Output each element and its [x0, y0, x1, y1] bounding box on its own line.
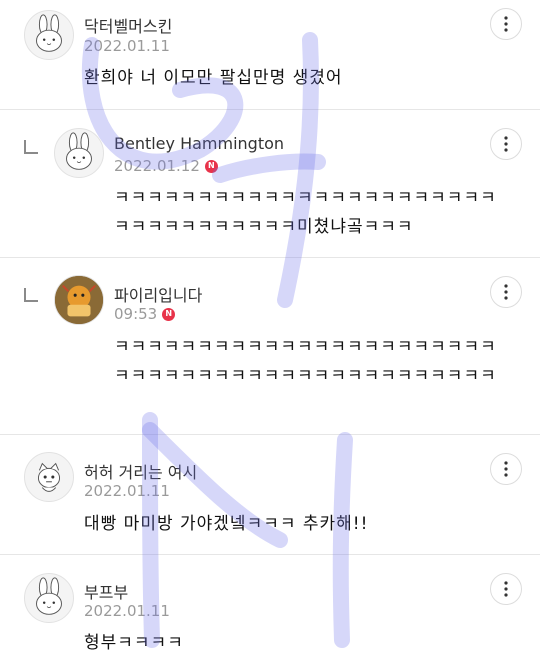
comment-text: ㅋㅋㅋㅋㅋㅋㅋㅋㅋㅋㅋㅋㅋㅋㅋㅋㅋㅋㅋㅋㅋㅋㅋㅋㅋㅋㅋㅋㅋㅋㅋㅋㅋㅋㅋㅋㅋㅋㅋㅋ…	[114, 337, 497, 386]
comment-text: 대빵 마미방 가야겠넼ㅋㅋㅋ 추카해!!	[84, 514, 369, 534]
comment-author[interactable]: 부프부	[84, 579, 128, 603]
more-options-button[interactable]	[490, 8, 522, 40]
more-vertical-icon	[504, 461, 508, 477]
more-vertical-icon	[504, 136, 508, 152]
avatar[interactable]	[24, 452, 74, 502]
avatar[interactable]	[54, 128, 104, 178]
date-text: 2022.01.11	[84, 602, 170, 620]
more-options-button[interactable]	[490, 276, 522, 308]
more-vertical-icon	[504, 284, 508, 300]
comment-date: 2022.01.11	[84, 37, 170, 55]
date-text: 09:53	[114, 305, 158, 323]
more-vertical-icon	[504, 16, 508, 32]
fox-avatar-icon	[37, 462, 61, 492]
comment-text: ㅋㅋㅋㅋㅋㅋㅋㅋㅋㅋㅋㅋㅋㅋㅋㅋㅋㅋㅋㅋㅋㅋㅋㅋㅋㅋㅋㅋㅋㅋㅋㅋㅋㅋ미쳤냐곸ㅋㅋ…	[114, 188, 497, 237]
more-vertical-icon	[504, 581, 508, 597]
new-badge: N	[204, 159, 218, 173]
comment-author[interactable]: Bentley Hammington	[114, 134, 284, 153]
comment-item: 부프부 2022.01.11 형부ㅋㅋㅋㅋ	[0, 555, 540, 663]
comment-text: 형부ㅋㅋㅋㅋ	[84, 633, 184, 653]
comment-item: 닥터벨머스킨 2022.01.11 환희야 너 이모만 팔십만명 생겼어	[0, 0, 540, 110]
comment-author[interactable]: 허허 거리는 여시	[84, 459, 197, 483]
reply-item: Bentley Hammington 2022.01.12 N ㅋㅋㅋㅋㅋㅋㅋㅋ…	[0, 110, 540, 258]
character-photo-icon	[55, 276, 103, 324]
date-text: 2022.01.11	[84, 482, 170, 500]
more-options-button[interactable]	[490, 573, 522, 605]
more-options-button[interactable]	[490, 128, 522, 160]
comment-date: 2022.01.11	[84, 482, 170, 500]
comment-item: 허허 거리는 여시 2022.01.11 대빵 마미방 가야겠넼ㅋㅋㅋ 추카해!…	[0, 435, 540, 555]
bunny-avatar-icon	[36, 14, 62, 52]
comment-date: 09:53 N	[114, 305, 176, 323]
comment-date: 2022.01.12 N	[114, 157, 218, 175]
bunny-avatar-icon	[66, 132, 92, 170]
reply-arrow-icon	[24, 140, 38, 154]
bunny-avatar-icon	[36, 577, 62, 615]
comment-author[interactable]: 파이리입니다	[114, 282, 202, 306]
comment-author[interactable]: 닥터벨머스킨	[84, 13, 172, 37]
reply-arrow-icon	[24, 288, 38, 302]
comment-date: 2022.01.11	[84, 602, 170, 620]
date-text: 2022.01.12	[114, 157, 200, 175]
avatar[interactable]	[54, 275, 104, 325]
comment-text: 환희야 너 이모만 팔십만명 생겼어	[84, 68, 343, 88]
avatar[interactable]	[24, 573, 74, 623]
new-badge: N	[162, 307, 176, 321]
avatar[interactable]	[24, 10, 74, 60]
more-options-button[interactable]	[490, 453, 522, 485]
reply-item: 파이리입니다 09:53 N ㅋㅋㅋㅋㅋㅋㅋㅋㅋㅋㅋㅋㅋㅋㅋㅋㅋㅋㅋㅋㅋㅋㅋㅋㅋ…	[0, 258, 540, 435]
date-text: 2022.01.11	[84, 37, 170, 55]
